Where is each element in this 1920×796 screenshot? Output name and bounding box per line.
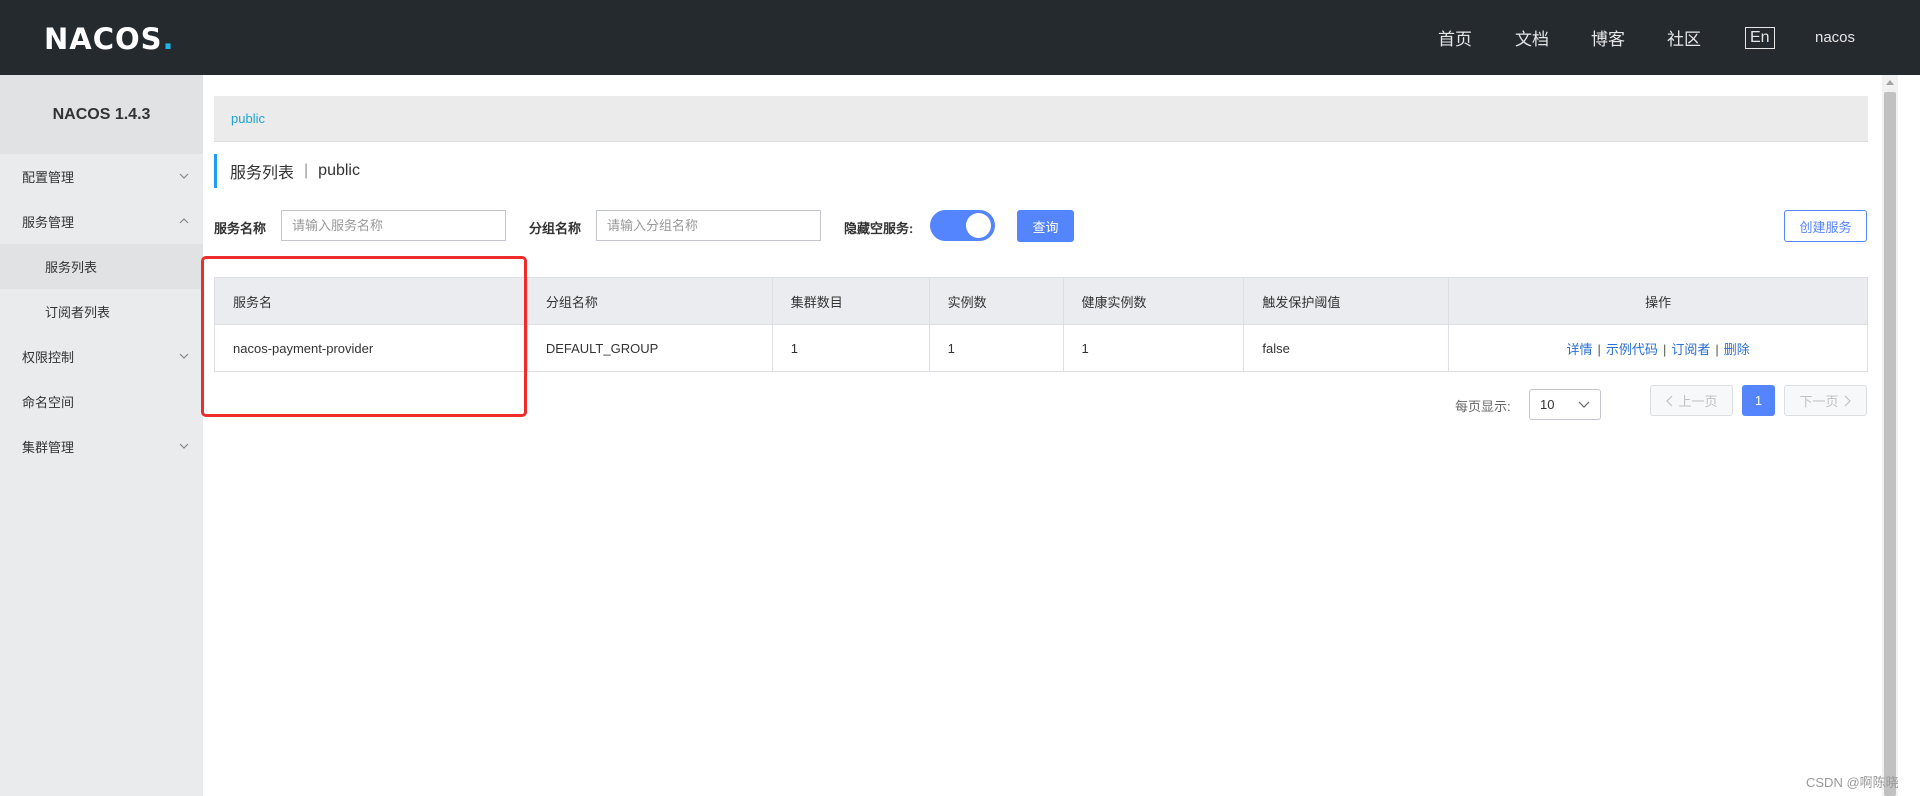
hide-empty-services-label: 隐藏空服务: <box>844 221 914 236</box>
sidebar-item-label: 配置管理 <box>22 170 75 185</box>
user-menu[interactable]: nacos <box>1815 0 1855 75</box>
details-link[interactable]: 详情 <box>1567 342 1593 357</box>
nav-home-link[interactable]: 首页 <box>1438 0 1472 75</box>
sidebar-item-label: 权限控制 <box>22 350 75 365</box>
sidebar: NACOS 1.4.3 配置管理 服务管理 服务列表 订阅者列表 权限控制 命名… <box>0 75 203 796</box>
column-header-group-name: 分组名称 <box>526 277 773 325</box>
page-title-namespace: public <box>318 162 360 179</box>
sample-code-link[interactable]: 示例代码 <box>1606 342 1658 357</box>
group-name-input[interactable] <box>596 210 821 241</box>
chevron-up-icon <box>179 218 189 224</box>
nav-community-link[interactable]: 社区 <box>1667 0 1701 75</box>
sidebar-item-label: 服务管理 <box>22 215 75 230</box>
chevron-left-icon <box>1666 395 1673 406</box>
nav-blog-link[interactable]: 博客 <box>1591 0 1625 75</box>
column-header-actions: 操作 <box>1448 277 1868 325</box>
highlight-annotation-box <box>201 256 527 417</box>
prev-page-label: 上一页 <box>1678 394 1718 409</box>
action-separator: | <box>1715 341 1719 357</box>
cell-cluster-count: 1 <box>771 324 930 372</box>
breadcrumb: public <box>214 96 1868 142</box>
subscribers-link[interactable]: 订阅者 <box>1671 342 1710 357</box>
nacos-logo[interactable]: NACOS. <box>44 22 175 56</box>
cell-protect-threshold: false <box>1243 324 1450 372</box>
column-header-cluster-count: 集群数目 <box>771 277 930 325</box>
chevron-down-icon <box>179 353 189 359</box>
scrollbar-thumb[interactable] <box>1884 92 1896 796</box>
cell-actions: 详情 | 示例代码 | 订阅者 | 删除 <box>1448 324 1868 372</box>
per-page-select[interactable]: 10 <box>1529 389 1601 420</box>
column-header-instance-count: 实例数 <box>928 277 1064 325</box>
sidebar-item-subscriber-list[interactable]: 订阅者列表 <box>0 289 203 334</box>
service-name-label: 服务名称 <box>214 221 267 236</box>
sidebar-item-label: 订阅者列表 <box>45 305 111 320</box>
per-page-value: 10 <box>1540 397 1555 412</box>
sidebar-item-label: 服务列表 <box>45 260 98 275</box>
delete-link[interactable]: 删除 <box>1724 342 1750 357</box>
sidebar-item-service-management[interactable]: 服务管理 <box>0 199 203 244</box>
prev-page-button[interactable]: 上一页 <box>1650 385 1733 416</box>
nav-docs-link[interactable]: 文档 <box>1515 0 1549 75</box>
current-page-button[interactable]: 1 <box>1742 385 1775 416</box>
version-label: NACOS 1.4.3 <box>0 75 203 154</box>
sidebar-item-cluster-management[interactable]: 集群管理 <box>0 424 203 469</box>
cell-group-name: DEFAULT_GROUP <box>526 324 773 372</box>
sidebar-item-label: 集群管理 <box>22 440 75 455</box>
cell-instance-count: 1 <box>928 324 1064 372</box>
language-switch-button[interactable]: En <box>1745 0 1775 75</box>
chevron-right-icon <box>1844 395 1851 406</box>
sidebar-item-service-list[interactable]: 服务列表 <box>0 244 203 289</box>
per-page-label: 每页显示: <box>1455 399 1511 414</box>
group-name-label: 分组名称 <box>529 221 582 236</box>
next-page-label: 下一页 <box>1799 394 1839 409</box>
cell-healthy-instance-count: 1 <box>1062 324 1245 372</box>
action-separator: | <box>1662 341 1667 357</box>
page-title-text: 服务列表 <box>230 165 295 182</box>
sidebar-item-access-control[interactable]: 权限控制 <box>0 334 203 379</box>
create-service-button[interactable]: 创建服务 <box>1784 210 1867 242</box>
vertical-scrollbar[interactable] <box>1882 75 1898 796</box>
sidebar-item-namespace[interactable]: 命名空间 <box>0 379 203 424</box>
hide-empty-services-toggle[interactable] <box>930 210 995 241</box>
query-button[interactable]: 查询 <box>1017 210 1074 242</box>
column-header-healthy-instance-count: 健康实例数 <box>1062 277 1245 325</box>
next-page-button[interactable]: 下一页 <box>1784 385 1867 416</box>
sidebar-item-label: 命名空间 <box>22 395 75 410</box>
breadcrumb-namespace-link[interactable]: public <box>231 111 265 126</box>
chevron-down-icon <box>179 443 189 449</box>
action-separator: | <box>1597 341 1601 357</box>
service-name-input[interactable] <box>281 210 506 241</box>
scroll-up-arrow-icon[interactable] <box>1886 80 1894 85</box>
column-header-protect-threshold: 触发保护阈值 <box>1243 277 1450 325</box>
chevron-down-icon <box>179 173 189 179</box>
toggle-knob <box>966 213 991 238</box>
chevron-down-icon <box>1578 401 1590 408</box>
watermark: CSDN @啊陈晓 <box>1806 775 1899 790</box>
sidebar-item-config-management[interactable]: 配置管理 <box>0 154 203 199</box>
title-separator: | <box>304 162 309 179</box>
top-navbar: NACOS. 首页 文档 博客 社区 En nacos <box>0 0 1920 75</box>
page-title: 服务列表 | public <box>214 154 360 188</box>
